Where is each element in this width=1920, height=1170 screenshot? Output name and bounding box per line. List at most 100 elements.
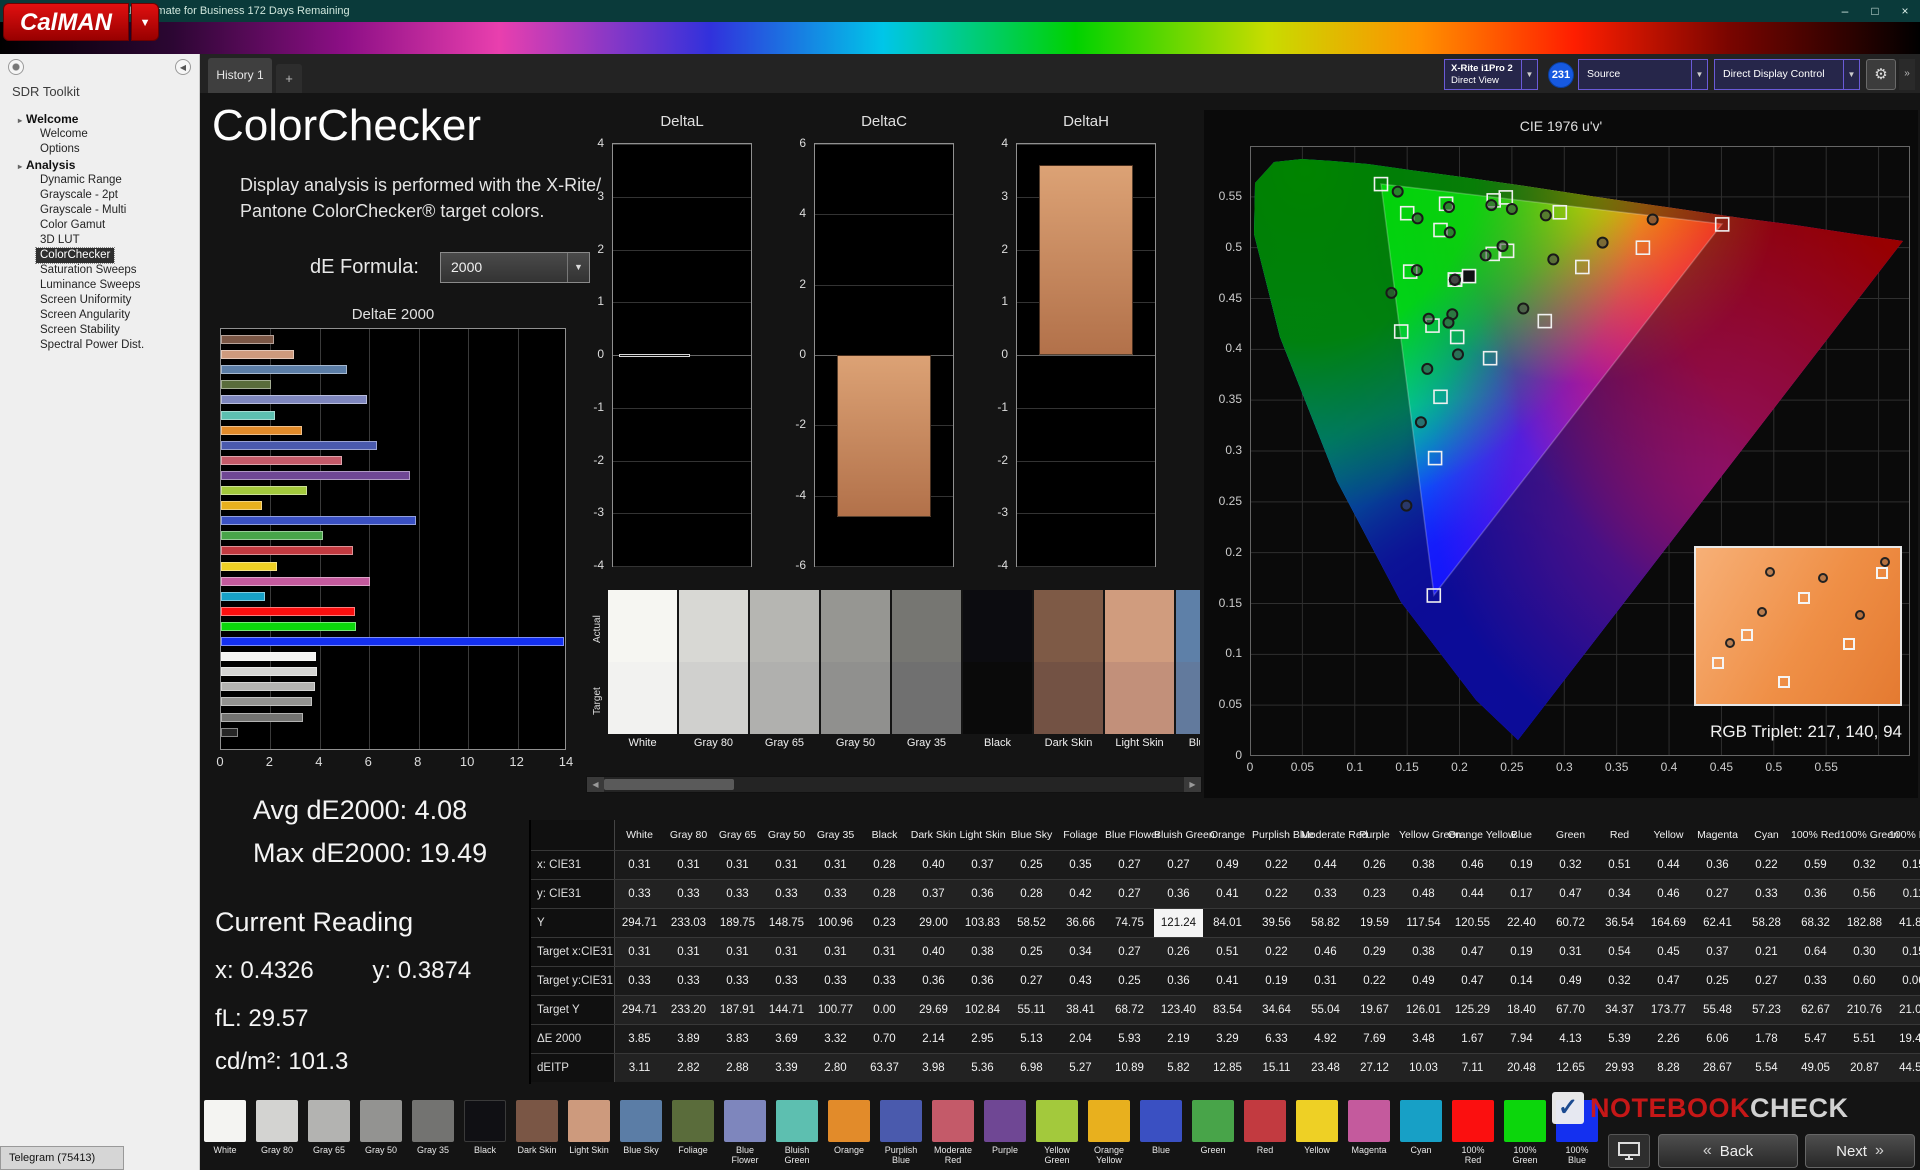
table-cell[interactable]: 12.85 xyxy=(1203,1054,1252,1082)
table-cell[interactable]: 55.48 xyxy=(1693,996,1742,1024)
table-cell[interactable]: 5.47 xyxy=(1791,1025,1840,1053)
table-cell[interactable]: 0.33 xyxy=(1791,967,1840,995)
table-cell[interactable]: 0.28 xyxy=(860,880,909,908)
table-cell[interactable]: 294.71 xyxy=(615,996,664,1024)
table-cell[interactable]: 29.93 xyxy=(1595,1054,1644,1082)
table-cell[interactable]: 6.33 xyxy=(1252,1025,1301,1053)
table-cell[interactable]: 19.67 xyxy=(1350,996,1399,1024)
table-cell[interactable]: 0.47 xyxy=(1644,967,1693,995)
table-cell[interactable]: 0.31 xyxy=(811,851,860,879)
table-cell[interactable]: 55.04 xyxy=(1301,996,1350,1024)
table-cell[interactable]: 0.33 xyxy=(1301,880,1350,908)
compare-swatch-gray-35[interactable]: Gray 35 xyxy=(892,590,961,752)
table-cell[interactable]: 0.26 xyxy=(1350,851,1399,879)
back-button[interactable]: « Back xyxy=(1658,1134,1798,1168)
table-cell[interactable]: 0.31 xyxy=(1301,967,1350,995)
table-cell[interactable]: 0.43 xyxy=(1056,967,1105,995)
table-cell[interactable]: 0.23 xyxy=(860,909,909,937)
table-cell[interactable]: 0.40 xyxy=(909,851,958,879)
table-cell[interactable]: 3.98 xyxy=(909,1054,958,1082)
compare-swatch-gray-50[interactable]: Gray 50 xyxy=(821,590,890,752)
table-cell[interactable]: 0.31 xyxy=(664,851,713,879)
table-cell[interactable]: 117.54 xyxy=(1399,909,1448,937)
table-cell[interactable]: 62.41 xyxy=(1693,909,1742,937)
table-cell[interactable]: 0.25 xyxy=(1693,967,1742,995)
table-cell[interactable]: 36.66 xyxy=(1056,909,1105,937)
table-cell[interactable]: 0.36 xyxy=(909,967,958,995)
table-cell[interactable]: 27.12 xyxy=(1350,1054,1399,1082)
panel-collapse-icon[interactable]: » xyxy=(1899,59,1915,90)
table-cell[interactable]: 0.15 xyxy=(1889,851,1920,879)
table-cell[interactable]: 0.36 xyxy=(958,967,1007,995)
table-cell[interactable]: 0.22 xyxy=(1252,938,1301,966)
table-cell[interactable]: 5.93 xyxy=(1105,1025,1154,1053)
table-cell[interactable]: 0.27 xyxy=(1007,967,1056,995)
palette-item-blue-flower[interactable]: Blue Flower xyxy=(724,1100,766,1170)
table-cell[interactable]: 0.40 xyxy=(909,938,958,966)
table-cell[interactable]: 0.19 xyxy=(1497,851,1546,879)
compare-swatch-dark-skin[interactable]: Dark Skin xyxy=(1034,590,1103,752)
table-cell[interactable]: 1.67 xyxy=(1448,1025,1497,1053)
palette-item-gray-65[interactable]: Gray 65 xyxy=(308,1100,350,1170)
table-cell[interactable]: 0.25 xyxy=(1007,851,1056,879)
table-cell[interactable]: 0.31 xyxy=(1546,938,1595,966)
table-cell[interactable]: 103.83 xyxy=(958,909,1007,937)
table-cell[interactable]: 34.37 xyxy=(1595,996,1644,1024)
table-cell[interactable]: 5.39 xyxy=(1595,1025,1644,1053)
table-cell[interactable]: 20.48 xyxy=(1497,1054,1546,1082)
compare-swatch-black[interactable]: Black xyxy=(963,590,1032,752)
table-cell[interactable]: 0.19 xyxy=(1497,938,1546,966)
display-control-selector[interactable]: Direct Display Control ▼ xyxy=(1714,59,1860,90)
table-cell[interactable]: 0.22 xyxy=(1252,880,1301,908)
table-cell[interactable]: 57.23 xyxy=(1742,996,1791,1024)
table-cell[interactable]: 0.70 xyxy=(860,1025,909,1053)
table-cell[interactable]: 15.11 xyxy=(1252,1054,1301,1082)
table-cell[interactable]: 67.70 xyxy=(1546,996,1595,1024)
table-cell[interactable]: 5.51 xyxy=(1840,1025,1889,1053)
table-cell[interactable]: 0.49 xyxy=(1399,967,1448,995)
sidebar-item-spectral-power-dist[interactable]: Spectral Power Dist. xyxy=(36,338,148,353)
palette-item-red[interactable]: Red xyxy=(1244,1100,1286,1170)
table-cell[interactable]: 144.71 xyxy=(762,996,811,1024)
table-cell[interactable]: 0.41 xyxy=(1203,880,1252,908)
table-cell[interactable]: 0.51 xyxy=(1595,851,1644,879)
table-cell[interactable]: 0.31 xyxy=(811,938,860,966)
table-cell[interactable]: 0.33 xyxy=(664,880,713,908)
table-cell[interactable]: 20.87 xyxy=(1840,1054,1889,1082)
swatch-scrollbar[interactable]: ◀ ▶ xyxy=(586,776,1202,793)
table-cell[interactable]: 0.38 xyxy=(1399,851,1448,879)
table-cell[interactable]: 0.19 xyxy=(1252,967,1301,995)
table-cell[interactable]: 21.04 xyxy=(1889,996,1920,1024)
gear-icon[interactable]: ⚙ xyxy=(1866,59,1896,90)
table-cell[interactable]: 2.80 xyxy=(811,1054,860,1082)
table-cell[interactable]: 189.75 xyxy=(713,909,762,937)
meter-selector[interactable]: X-Rite i1Pro 2 Direct View ▼ xyxy=(1444,59,1538,90)
sidebar-item-3d-lut[interactable]: 3D LUT xyxy=(36,233,84,248)
table-cell[interactable]: 0.44 xyxy=(1448,880,1497,908)
table-cell[interactable]: 148.75 xyxy=(762,909,811,937)
table-cell[interactable]: 0.22 xyxy=(1350,967,1399,995)
table-cell[interactable]: 0.28 xyxy=(860,851,909,879)
table-cell[interactable]: 0.31 xyxy=(713,851,762,879)
table-cell[interactable]: 10.03 xyxy=(1399,1054,1448,1082)
sidebar-item-luminance-sweeps[interactable]: Luminance Sweeps xyxy=(36,278,144,293)
palette-item-bluish-green[interactable]: Bluish Green xyxy=(776,1100,818,1170)
table-cell[interactable]: 0.33 xyxy=(1742,880,1791,908)
table-cell[interactable]: 41.81 xyxy=(1889,909,1920,937)
sidebar-item-dynamic-range[interactable]: Dynamic Range xyxy=(36,173,126,188)
table-cell[interactable]: 60.72 xyxy=(1546,909,1595,937)
table-cell[interactable]: 39.56 xyxy=(1252,909,1301,937)
table-cell[interactable]: 233.20 xyxy=(664,996,713,1024)
de-formula-select[interactable]: 2000 ▼ xyxy=(440,252,590,283)
table-cell[interactable]: 294.71 xyxy=(615,909,664,937)
table-cell[interactable]: 0.33 xyxy=(811,880,860,908)
table-cell[interactable]: 0.56 xyxy=(1840,880,1889,908)
table-cell[interactable]: 120.55 xyxy=(1448,909,1497,937)
palette-item-yellow[interactable]: Yellow xyxy=(1296,1100,1338,1170)
table-cell[interactable]: 100.96 xyxy=(811,909,860,937)
sidebar-item-saturation-sweeps[interactable]: Saturation Sweeps xyxy=(36,263,141,278)
table-cell[interactable]: 0.51 xyxy=(1203,938,1252,966)
table-cell[interactable]: 0.36 xyxy=(1791,880,1840,908)
table-cell[interactable]: 3.85 xyxy=(615,1025,664,1053)
table-cell[interactable]: 0.27 xyxy=(1693,880,1742,908)
